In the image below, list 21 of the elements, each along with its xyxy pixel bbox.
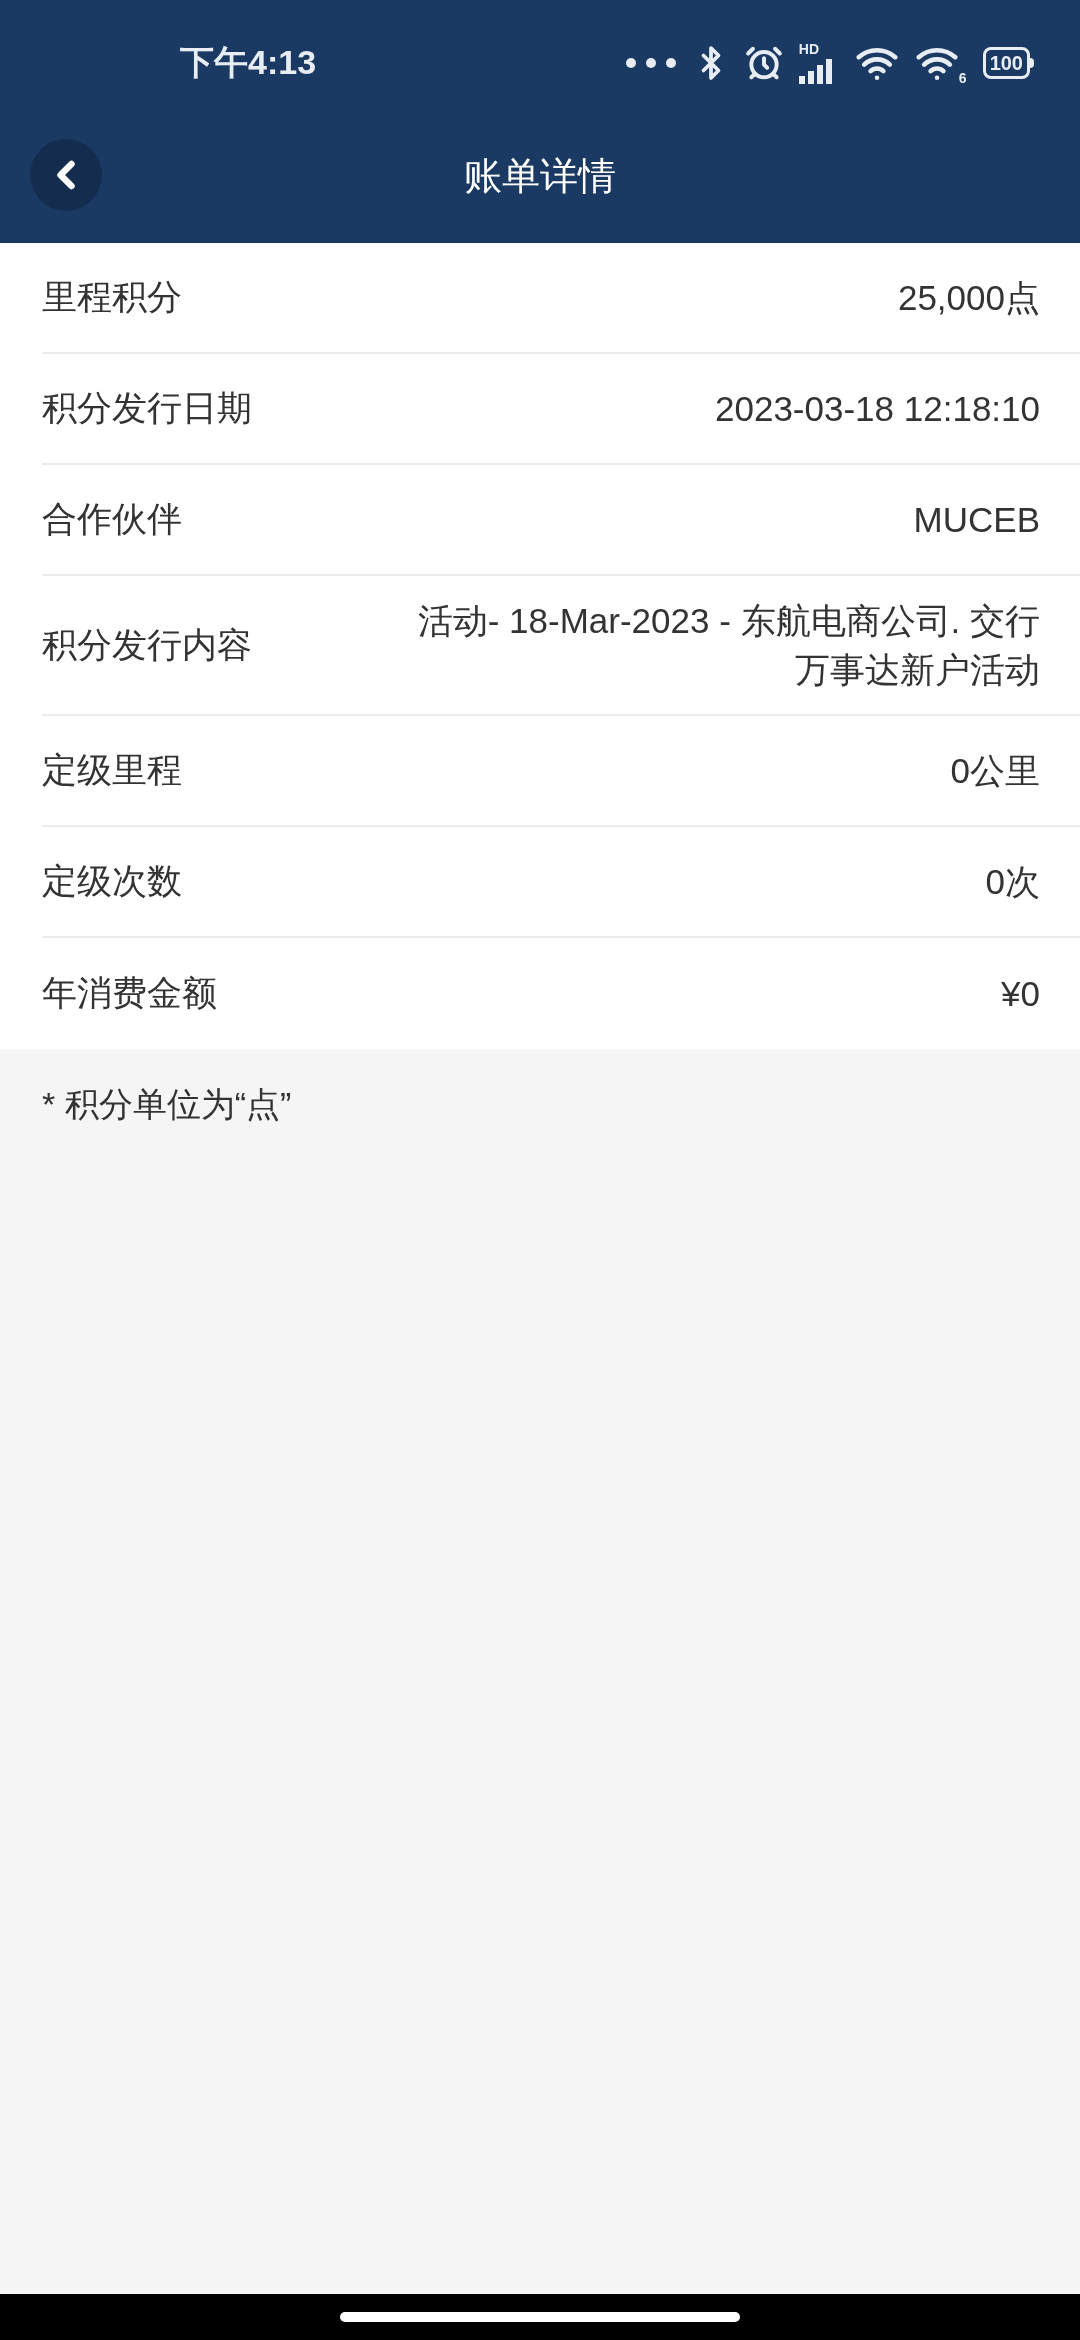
status-time: 下午4:13 (180, 42, 317, 83)
more-dots-icon (624, 56, 677, 69)
row-label: 合作伙伴 (42, 498, 182, 541)
row-value: 0公里 (950, 750, 1040, 792)
wifi-label: 6 (958, 70, 967, 85)
row-value: 0次 (985, 861, 1040, 903)
page-title: 账单详情 (464, 153, 616, 199)
row-label: 定级里程 (42, 749, 182, 792)
signal-label: HD (798, 41, 820, 56)
row-label: 定级次数 (42, 860, 182, 903)
row-value: MUCEB (913, 499, 1040, 541)
row-value: ¥0 (1001, 973, 1040, 1015)
row-value: 2023-03-18 12:18:10 (715, 388, 1040, 430)
row-value: 活动- 18-Mar-2023 - 东航电商公司. 交行万事达新户活动 (416, 600, 1040, 691)
row-value: 25,000点 (897, 277, 1040, 319)
battery-level: 100 (989, 52, 1023, 73)
row-label: 里程积分 (42, 276, 182, 319)
footnote: * 积分单位为“点” (41, 1084, 293, 1125)
row-label: 积分发行日期 (42, 387, 252, 430)
row-label: 年消费金额 (42, 972, 217, 1015)
row-label: 积分发行内容 (42, 623, 252, 666)
